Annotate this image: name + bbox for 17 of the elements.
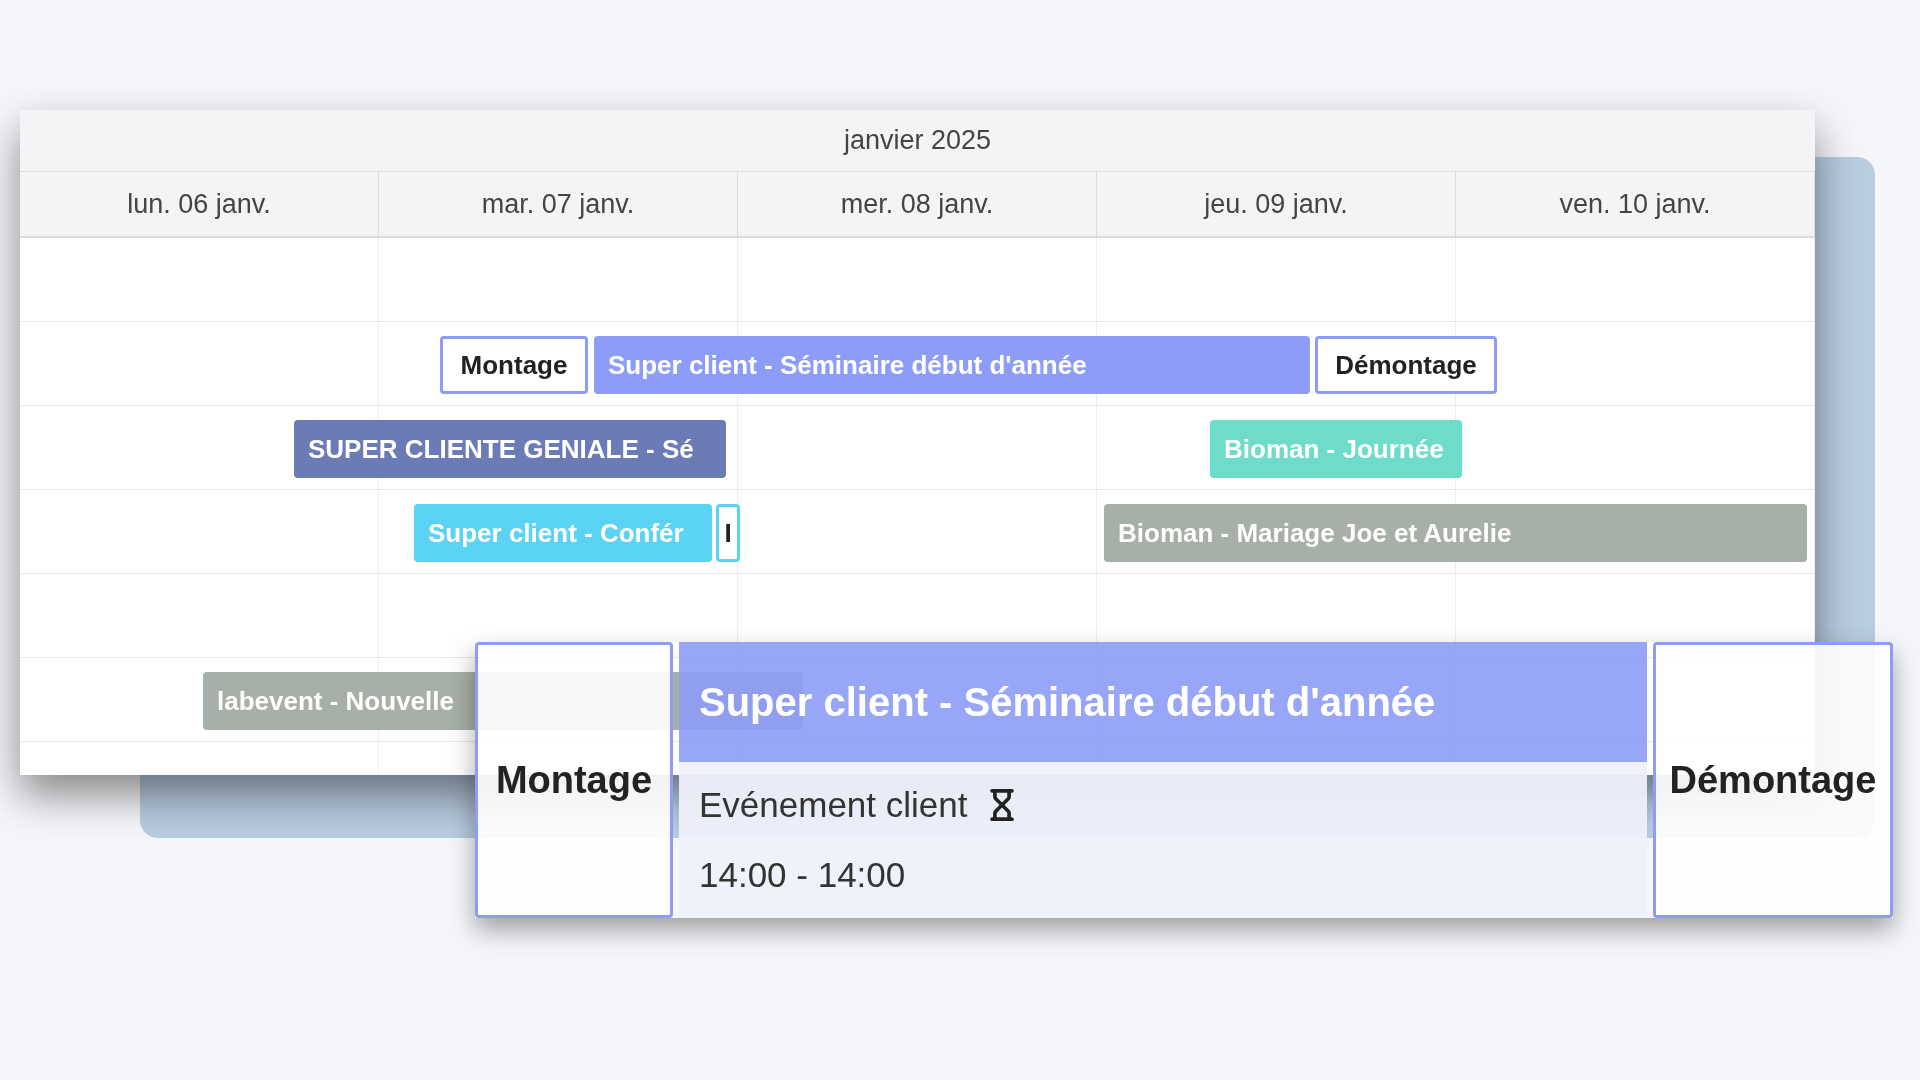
event-bar[interactable]: Bioman - Mariage Joe et Aurelie bbox=[1104, 504, 1807, 562]
event-bar[interactable]: SUPER CLIENTE GENIALE - Sé bbox=[294, 420, 726, 478]
event-header[interactable]: Super client - Séminaire début d'année bbox=[679, 642, 1647, 762]
day-header: lun. 06 janv. bbox=[127, 187, 271, 221]
teardown-block[interactable]: Démontage bbox=[1653, 642, 1893, 918]
event-type: Evénement client bbox=[699, 783, 968, 826]
month-title: janvier 2025 bbox=[843, 124, 992, 158]
event-time: 14:00 - 14:00 bbox=[699, 854, 907, 896]
event-bar[interactable]: Démontage bbox=[1315, 336, 1497, 394]
event-bar[interactable]: Super client - Séminaire début d'année bbox=[594, 336, 1310, 394]
day-header: mer. 08 janv. bbox=[840, 187, 994, 221]
event-bar[interactable]: I bbox=[716, 504, 740, 562]
event-bar[interactable]: Montage bbox=[440, 336, 588, 394]
day-header: ven. 10 janv. bbox=[1559, 187, 1711, 221]
setup-block[interactable]: Montage bbox=[475, 642, 673, 918]
day-header: jeu. 09 janv. bbox=[1204, 187, 1348, 221]
day-header: mar. 07 janv. bbox=[481, 187, 635, 221]
